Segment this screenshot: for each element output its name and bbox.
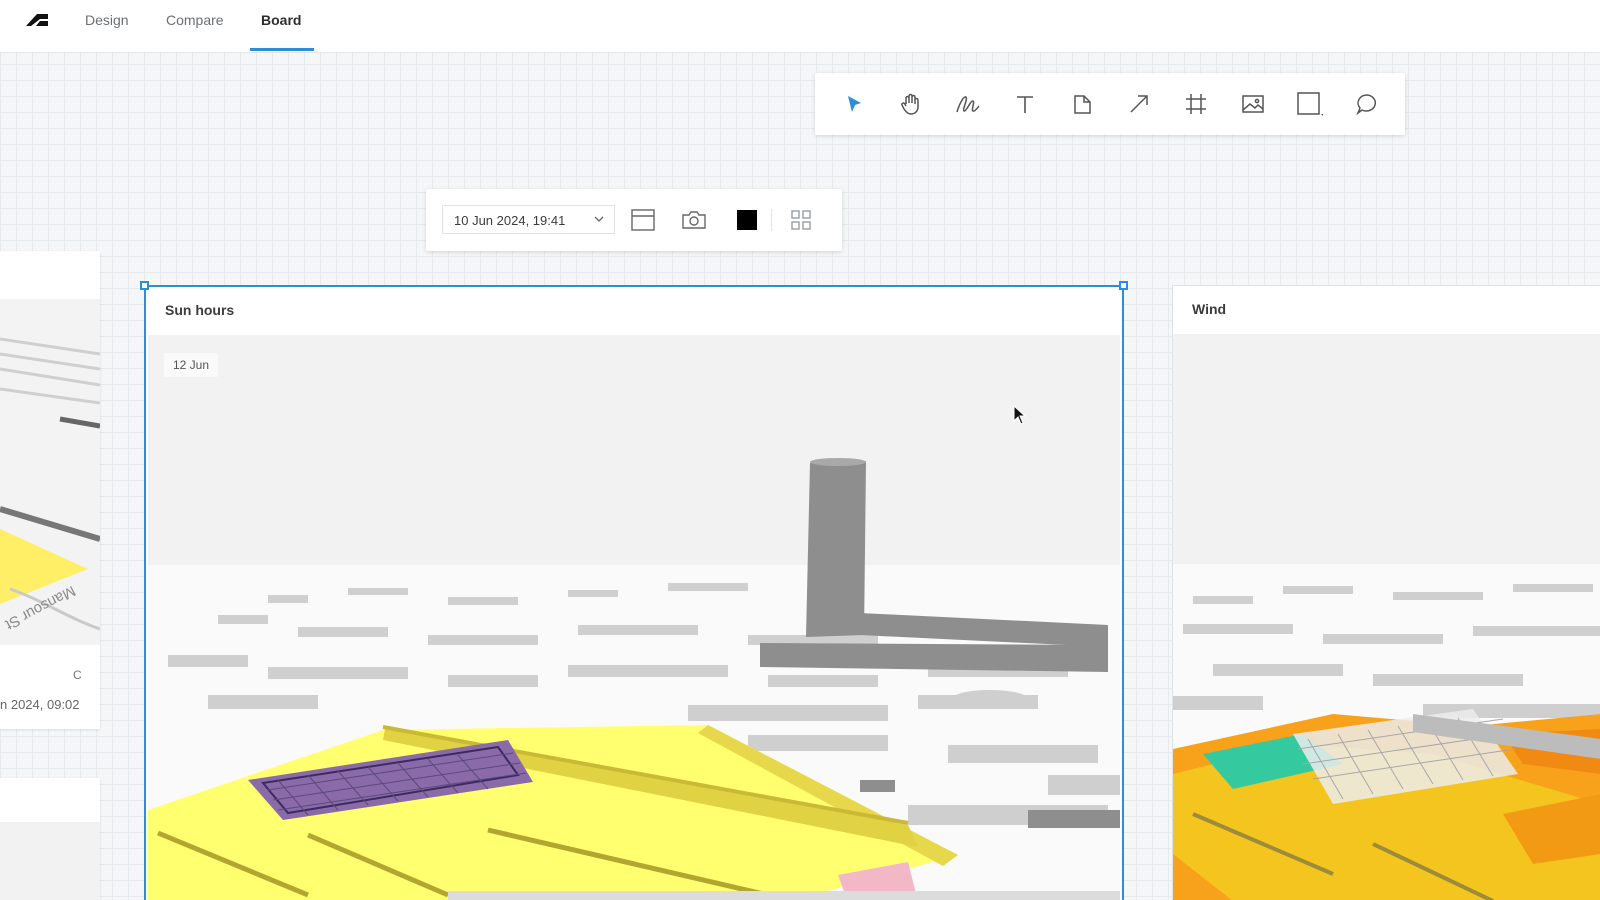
left-card-lower[interactable] [0, 778, 100, 900]
date-time-value: 10 Jun 2024, 19:41 [454, 213, 566, 228]
image-tool-button[interactable] [1237, 88, 1269, 120]
left-card-date: n 2024, 09:02 [0, 697, 80, 712]
grid-button[interactable] [786, 205, 816, 235]
hand-icon [901, 93, 919, 115]
autodesk-logo-icon[interactable] [24, 9, 50, 31]
pointer-arrow-icon [848, 96, 861, 112]
board-toolbar [815, 73, 1405, 135]
draw-tool-button[interactable] [952, 88, 984, 120]
frame-icon [1186, 94, 1206, 114]
resize-handle-top-left[interactable] [140, 281, 149, 290]
wind-viewport[interactable] [1173, 334, 1600, 900]
color-swatch-button[interactable] [732, 205, 762, 235]
note-tool-button[interactable] [1066, 88, 1098, 120]
date-chip: 12 Jun [164, 353, 219, 377]
text-T-icon [1017, 96, 1033, 113]
text-tool-button[interactable] [1009, 88, 1041, 120]
resize-handle-top-right[interactable] [1119, 281, 1128, 290]
grid-icon [791, 210, 811, 230]
shape-tool-button[interactable] [1294, 88, 1326, 120]
wind-3d-render [1173, 334, 1600, 900]
sun-hours-card[interactable]: Sun hours 12 Jun [144, 285, 1124, 900]
card-context-toolbar: 10 Jun 2024, 19:41 [426, 189, 842, 251]
image-icon [1242, 95, 1264, 113]
top-bar: Design Compare Board [0, 0, 1600, 53]
toolbar-divider [771, 209, 772, 231]
freehand-pen-icon [956, 96, 980, 113]
comment-tool-button[interactable] [1351, 88, 1383, 120]
mouse-cursor-icon [1013, 405, 1027, 425]
square-icon [1297, 92, 1323, 116]
arrow-tool-button[interactable] [1123, 88, 1155, 120]
card-title: Sun hours [165, 302, 235, 318]
active-tab-indicator [250, 48, 314, 51]
color-swatch-icon [737, 210, 757, 230]
pan-tool-button[interactable] [895, 88, 927, 120]
frame-tool-button[interactable] [1180, 88, 1212, 120]
sun-hours-viewport[interactable]: 12 Jun [148, 335, 1120, 900]
screenshot-button[interactable] [679, 205, 709, 235]
speech-bubble-icon [1356, 94, 1376, 116]
sticky-note-icon [1074, 95, 1091, 114]
left-card-letter: C [73, 668, 82, 682]
layout-icon [631, 209, 655, 231]
select-tool-button[interactable] [838, 88, 870, 120]
date-time-select[interactable]: 10 Jun 2024, 19:41 [442, 205, 615, 234]
arrow-icon [1130, 95, 1148, 113]
tab-compare[interactable]: Compare [166, 12, 224, 28]
wind-card[interactable]: Wind [1172, 285, 1600, 900]
left-card[interactable]: Mansour St C n 2024, 09:02 [0, 251, 100, 729]
sun-hours-3d-render [148, 335, 1120, 900]
tab-board[interactable]: Board [261, 12, 301, 28]
layout-button[interactable] [628, 205, 658, 235]
card-title: Wind [1192, 301, 1227, 317]
tab-design[interactable]: Design [85, 12, 129, 28]
camera-icon [682, 211, 706, 229]
left-card-viewport: Mansour St [0, 299, 100, 645]
chevron-down-icon [594, 216, 604, 222]
